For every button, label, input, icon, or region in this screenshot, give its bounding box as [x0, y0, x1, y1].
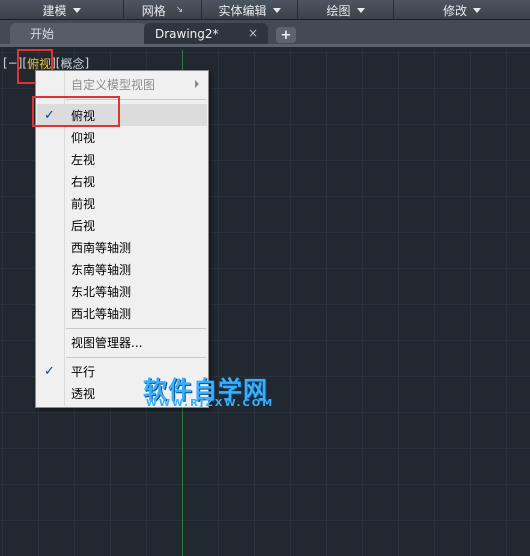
- menu-item-label: 视图管理器...: [71, 335, 143, 350]
- ribbon-panel-modeling[interactable]: 建模: [0, 0, 124, 20]
- menu-item-front[interactable]: 前视: [37, 192, 207, 214]
- file-tab-bar: 开始 Drawing2* × +: [0, 20, 530, 47]
- chevron-right-icon: [195, 80, 199, 88]
- menu-item-bottom[interactable]: 仰视: [37, 126, 207, 148]
- menu-item-custom-model-views[interactable]: 自定义模型视图: [37, 73, 207, 95]
- highlight-box-top-item: [32, 96, 120, 127]
- menu-item-label: 前视: [71, 196, 96, 211]
- tab-label: 开始: [30, 27, 55, 41]
- close-icon[interactable]: ×: [248, 26, 258, 40]
- menu-item-label: 自定义模型视图: [71, 77, 156, 92]
- menu-item-label: 西北等轴测: [71, 306, 132, 321]
- ribbon-panel-label: 实体编辑: [218, 3, 267, 18]
- menu-item-label: 平行: [71, 364, 96, 379]
- menu-item-label: 后视: [71, 218, 96, 233]
- menu-item-se-isometric[interactable]: 东南等轴测: [37, 258, 207, 280]
- tab-drawing2[interactable]: Drawing2* ×: [144, 23, 268, 44]
- viewport-close-bracket: ]: [84, 56, 90, 70]
- ribbon-panel-draw[interactable]: 绘图: [298, 0, 394, 20]
- ribbon-panel-bar: 建模 网格 ↘ 实体编辑 绘图 修改: [0, 0, 530, 20]
- chevron-down-icon: [272, 7, 281, 13]
- ribbon-panel-label: 绘图: [326, 3, 351, 18]
- menu-item-nw-isometric[interactable]: 西北等轴测: [37, 302, 207, 324]
- ribbon-panel-label: 建模: [42, 3, 67, 18]
- tab-label: Drawing2*: [155, 26, 219, 41]
- menu-item-label: 右视: [71, 174, 96, 189]
- ribbon-panel-label: 修改: [442, 3, 467, 18]
- panel-launcher-icon[interactable]: ↘: [176, 5, 184, 15]
- menu-item-label: 东南等轴测: [71, 262, 132, 277]
- menu-item-label: 透视: [71, 386, 96, 401]
- watermark-url: WWW.RJZXW.COM: [146, 398, 275, 409]
- menu-item-label: 仰视: [71, 130, 96, 145]
- ribbon-panel-mesh[interactable]: 网格 ↘: [124, 0, 202, 20]
- menu-item-ne-isometric[interactable]: 东北等轴测: [37, 280, 207, 302]
- watermark-logo: 软件自学网 WWW.RJZXW.COM: [143, 370, 293, 414]
- chevron-down-icon: [473, 7, 481, 13]
- new-tab-button[interactable]: +: [276, 27, 296, 43]
- menu-item-right[interactable]: 右视: [37, 170, 207, 192]
- menu-item-label: 西南等轴测: [71, 240, 132, 255]
- menu-item-label: 东北等轴测: [71, 284, 132, 299]
- menu-item-label: 左视: [71, 152, 96, 167]
- menu-item-sw-isometric[interactable]: 西南等轴测: [37, 236, 207, 258]
- ribbon-panel-label: 网格: [141, 3, 166, 18]
- ribbon-panel-modify[interactable]: 修改: [394, 0, 530, 20]
- chevron-down-icon: [356, 7, 365, 13]
- menu-separator: [66, 328, 206, 329]
- check-icon: ✓: [44, 364, 55, 379]
- chevron-down-icon: [72, 7, 81, 13]
- plus-icon: +: [280, 27, 292, 43]
- tab-start[interactable]: 开始: [10, 23, 146, 44]
- menu-item-back[interactable]: 后视: [37, 214, 207, 236]
- ribbon-panel-solid-editing[interactable]: 实体编辑: [202, 0, 298, 20]
- visual-style-control[interactable]: 概念: [61, 55, 85, 72]
- menu-item-left[interactable]: 左视: [37, 148, 207, 170]
- menu-item-view-manager[interactable]: 视图管理器...: [37, 331, 207, 353]
- menu-separator: [66, 357, 206, 358]
